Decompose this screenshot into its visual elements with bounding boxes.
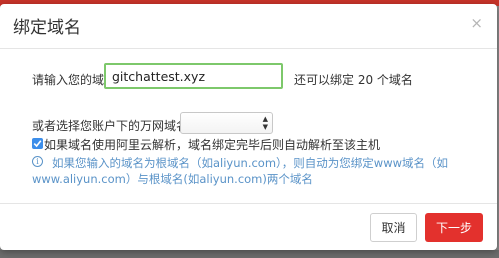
dialog-title: 绑定域名 [13, 18, 81, 38]
remaining-count-text: 还可以绑定 20 个域名 [294, 73, 413, 87]
info-text-line-2: www.aliyun.com）与根域名(如aliyun.com)两个域名 [32, 172, 313, 186]
account-domain-label: 或者选择您账户下的万网域名: [32, 119, 193, 133]
select-arrows-icon: ▲ ▼ [262, 115, 268, 131]
domain-input[interactable] [104, 63, 283, 89]
info-icon: i [32, 156, 43, 167]
close-icon[interactable]: × [470, 16, 483, 31]
auto-resolve-label: 如果域名使用阿里云解析，域名绑定完毕后则自动解析至该主机 [44, 138, 381, 152]
bind-domain-dialog: 绑定域名 × 请输入您的域名: 还可以绑定 20 个域名 或者选择您账户下的万网… [0, 4, 497, 250]
info-text-line-1: 如果您输入的域名为根域名（如aliyun.com），则自动为您绑定www域名（如 [52, 156, 448, 170]
checkmark-icon [33, 140, 42, 148]
dialog-header: 绑定域名 × [0, 4, 497, 49]
account-domain-select[interactable]: ▲ ▼ [180, 112, 273, 134]
cancel-button[interactable]: 取消 [370, 213, 417, 242]
auto-resolve-checkbox[interactable] [32, 138, 43, 149]
next-step-button[interactable]: 下一步 [425, 213, 483, 242]
footer-divider [0, 203, 497, 204]
background-page-bottom [0, 250, 499, 258]
